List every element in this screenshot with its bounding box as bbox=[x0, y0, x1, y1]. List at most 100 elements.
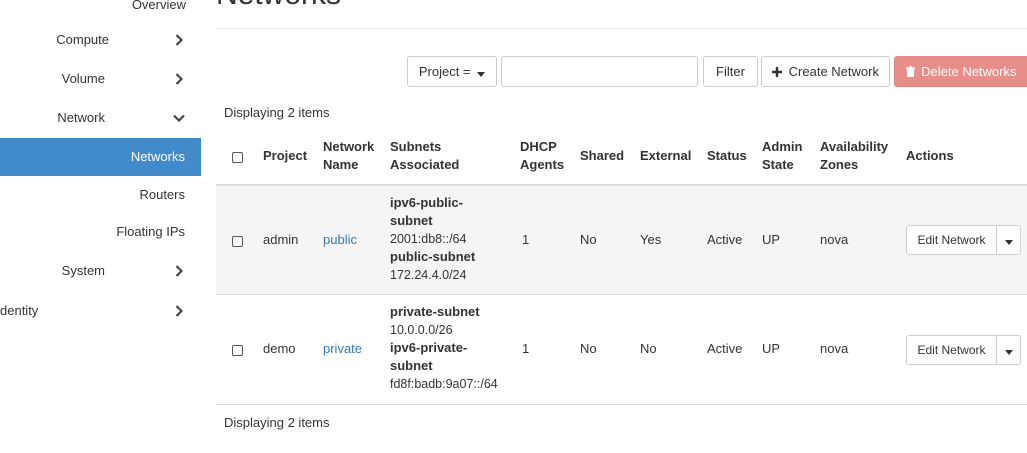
edit-network-button[interactable]: Edit Network bbox=[906, 335, 997, 365]
table-header: Project Network Name Subnets Associated … bbox=[216, 136, 1027, 186]
cell-external: No bbox=[640, 341, 657, 356]
subnet-cidr: fd8f:badb:9a07::/64 bbox=[390, 377, 498, 391]
header-actions: Actions bbox=[906, 148, 954, 163]
search-input[interactable] bbox=[501, 56, 698, 87]
header-status[interactable]: Status bbox=[707, 147, 747, 165]
cell-status: Active bbox=[707, 341, 743, 356]
cell-subnets: private-subnet 10.0.0.0/26 ipv6-private-… bbox=[390, 303, 498, 393]
subnet-name: ipv6-public- bbox=[390, 195, 463, 210]
create-network-label: Create Network bbox=[788, 64, 879, 79]
page-title: Networks bbox=[216, 0, 341, 12]
cell-availability-zones: nova bbox=[820, 341, 849, 356]
row-checkbox[interactable] bbox=[232, 345, 243, 356]
sidebar-item-network[interactable]: Network bbox=[0, 99, 201, 137]
cell-shared: No bbox=[580, 341, 597, 356]
plus-icon bbox=[772, 58, 783, 87]
sidebar-item-routers[interactable]: Routers bbox=[0, 176, 201, 214]
title-divider bbox=[216, 28, 1027, 29]
header-text: Associated bbox=[390, 157, 460, 172]
table-row: admin public ipv6-public- subnet 2001:db… bbox=[216, 186, 1027, 295]
filter-button[interactable]: Filter bbox=[703, 56, 758, 87]
cell-admin-state: UP bbox=[762, 341, 781, 356]
chevron-down-icon bbox=[172, 99, 186, 137]
subnet-name: public-subnet bbox=[390, 249, 476, 264]
create-network-button[interactable]: Create Network bbox=[761, 56, 890, 87]
sidebar: Overview Compute Volume Network Networks… bbox=[0, 0, 201, 453]
header-text: Network bbox=[323, 139, 375, 154]
chevron-right-icon bbox=[172, 21, 186, 59]
subnet-name: subnet bbox=[390, 213, 433, 228]
subnet-cidr: 10.0.0.0/26 bbox=[390, 323, 453, 337]
subnet-name: subnet bbox=[390, 358, 433, 373]
cell-shared: No bbox=[580, 232, 597, 247]
sidebar-item-floating-ips[interactable]: Floating IPs bbox=[0, 213, 201, 251]
filter-field-select[interactable]: Project = bbox=[407, 56, 497, 87]
sidebar-item-system[interactable]: System bbox=[0, 252, 201, 290]
cell-dhcp-agents: 1 bbox=[522, 232, 530, 247]
chevron-right-icon bbox=[172, 292, 186, 330]
cell-network-name: private bbox=[323, 340, 362, 358]
header-network-name[interactable]: Network Name bbox=[323, 138, 374, 174]
header-availability-zones[interactable]: Availability Zones bbox=[820, 138, 888, 174]
caret-down-icon bbox=[477, 58, 486, 87]
caret-down-icon bbox=[1004, 337, 1013, 365]
subnet-cidr: 172.24.4.0/24 bbox=[390, 268, 467, 282]
subnet-name: private-subnet bbox=[390, 304, 480, 319]
sidebar-item-identity[interactable]: dentity bbox=[0, 292, 201, 330]
header-text: Agents bbox=[520, 157, 565, 172]
header-text: Name bbox=[323, 157, 359, 172]
header-external[interactable]: External bbox=[640, 147, 691, 165]
edit-network-label: Edit Network bbox=[917, 233, 986, 247]
header-subnets[interactable]: Subnets Associated bbox=[390, 138, 459, 174]
delete-networks-label: Delete Networks bbox=[921, 64, 1017, 79]
filter-field-label: Project = bbox=[418, 64, 471, 79]
sidebar-item-compute[interactable]: Compute bbox=[0, 21, 201, 59]
network-name-link[interactable]: public bbox=[323, 232, 357, 247]
header-text: Subnets bbox=[390, 139, 442, 154]
select-all-checkbox[interactable] bbox=[232, 152, 243, 163]
sidebar-item-volume[interactable]: Volume bbox=[0, 60, 201, 98]
header-project[interactable]: Project bbox=[263, 147, 307, 165]
table-row: demo private private-subnet 10.0.0.0/26 … bbox=[216, 295, 1027, 405]
sidebar-item-label: Networks bbox=[130, 149, 185, 164]
header-text: Admin bbox=[762, 139, 803, 154]
header-admin-state[interactable]: Admin State bbox=[762, 138, 802, 174]
cell-admin-state: UP bbox=[762, 232, 781, 247]
cell-project: admin bbox=[263, 232, 299, 247]
sidebar-item-label: Routers bbox=[139, 187, 185, 202]
sidebar-item-label: Floating IPs bbox=[116, 224, 185, 239]
edit-network-button[interactable]: Edit Network bbox=[906, 225, 997, 255]
cell-status: Active bbox=[707, 232, 743, 247]
main-content: Networks Project = Filter Create Network… bbox=[216, 0, 1027, 453]
chevron-right-icon bbox=[172, 252, 186, 290]
header-dhcp-agents[interactable]: DHCP Agents bbox=[520, 138, 564, 174]
row-checkbox[interactable] bbox=[232, 236, 243, 247]
cell-project: demo bbox=[263, 341, 296, 356]
table-count-top: Displaying 2 items bbox=[224, 105, 330, 120]
chevron-right-icon bbox=[172, 60, 186, 98]
caret-down-icon bbox=[1004, 227, 1013, 255]
sidebar-item-networks[interactable]: Networks bbox=[0, 138, 201, 176]
cell-dhcp-agents: 1 bbox=[522, 341, 530, 356]
cell-availability-zones: nova bbox=[820, 232, 849, 247]
subnet-cidr: 2001:db8::/64 bbox=[390, 232, 467, 246]
cell-network-name: public bbox=[323, 231, 357, 249]
header-text: State bbox=[762, 157, 794, 172]
sidebar-item-label: System bbox=[61, 263, 105, 278]
header-text: Zones bbox=[820, 157, 859, 172]
sidebar-item-label: Volume bbox=[61, 71, 105, 86]
network-name-link[interactable]: private bbox=[323, 341, 362, 356]
header-text: DHCP bbox=[520, 139, 557, 154]
trash-icon bbox=[905, 58, 915, 87]
delete-networks-button[interactable]: Delete Networks bbox=[894, 56, 1027, 87]
cell-subnets: ipv6-public- subnet 2001:db8::/64 public… bbox=[390, 194, 475, 284]
table-count-bottom: Displaying 2 items bbox=[224, 415, 330, 430]
filter-button-label: Filter bbox=[716, 64, 745, 79]
sidebar-item-label: Network bbox=[57, 110, 105, 125]
row-actions-dropdown-toggle[interactable] bbox=[996, 225, 1021, 255]
subnet-name: ipv6-private- bbox=[390, 340, 468, 355]
row-actions-dropdown-toggle[interactable] bbox=[996, 335, 1021, 365]
header-shared[interactable]: Shared bbox=[580, 147, 624, 165]
header-text: Availability bbox=[820, 139, 889, 154]
edit-network-label: Edit Network bbox=[917, 343, 986, 357]
